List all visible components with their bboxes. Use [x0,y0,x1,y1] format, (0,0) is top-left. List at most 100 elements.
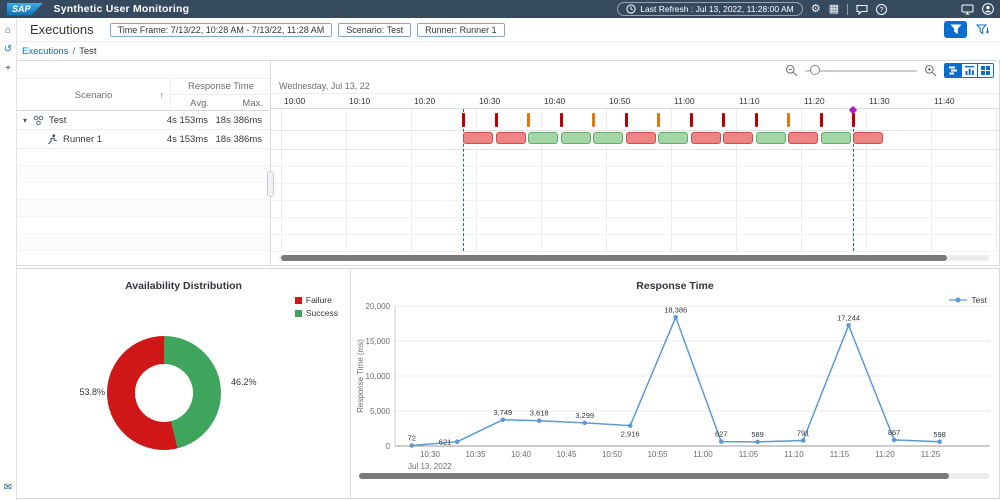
time-axis-label: 10:50 [609,96,630,106]
response-hscrollbar[interactable] [359,473,989,479]
execution-bar-failure[interactable] [626,132,656,144]
zoom-out-icon[interactable] [785,64,798,77]
x-tick-label: 11:20 [875,450,895,459]
execution-bar-success[interactable] [658,132,688,144]
execution-marker-error[interactable] [722,113,725,127]
table-empty-row [17,200,270,217]
availability-donut[interactable] [107,336,221,450]
execution-bar-failure[interactable] [496,132,526,144]
table-view-icon [980,65,991,76]
feedback-bubble-icon[interactable] [856,4,868,15]
execution-bar-failure[interactable] [691,132,721,144]
data-point[interactable] [455,439,460,444]
gantt-table-header: Scenario ↑ Response Time Avg. Max. [17,78,270,111]
display-icon[interactable] [961,4,974,15]
data-point[interactable] [892,438,897,443]
table-view-button[interactable] [977,64,993,77]
data-point[interactable] [410,443,415,448]
collapse-arrow-icon[interactable]: ▾ [23,116,27,125]
data-point[interactable] [937,440,942,445]
execution-bar-failure[interactable] [723,132,753,144]
row-gridline [271,234,999,235]
execution-marker-error[interactable] [820,113,823,127]
data-point[interactable] [582,421,587,426]
execution-bar-success[interactable] [528,132,558,144]
history-icon[interactable]: ↺ [4,45,12,55]
execution-bar-failure[interactable] [463,132,493,144]
column-header-scenario[interactable]: Scenario ↑ [17,79,171,112]
settings-gear-icon[interactable]: ⚙ [811,4,821,15]
legend-swatch [295,297,302,304]
gantt-hscrollbar-thumb[interactable] [281,255,947,261]
table-row-runner-1[interactable]: Runner 1 4s 153ms 18s 386ms [17,130,270,149]
sap-logo[interactable]: SAP [7,3,44,16]
execution-marker-error[interactable] [625,113,628,127]
execution-marker-error[interactable] [852,113,855,127]
execution-bar-success[interactable] [821,132,851,144]
response-line [412,317,940,445]
filter-chip[interactable]: Time Frame: 7/13/22, 10:28 AM - 7/13/22,… [110,23,333,37]
zoom-slider[interactable] [805,64,917,77]
execution-bar-success[interactable] [756,132,786,144]
execution-marker-error[interactable] [495,113,498,127]
execution-marker-error[interactable] [755,113,758,127]
legend-item-failure[interactable]: Failure [295,295,338,305]
column-header-avg[interactable]: Avg. [171,95,209,112]
data-point[interactable] [719,439,724,444]
filter-chip[interactable]: Scenario: Test [338,23,411,37]
time-axis-label: 11:00 [674,96,695,106]
table-row-scenario-test[interactable]: ▾ Test 4s 153ms 18s 386ms [17,111,270,130]
splitter-grip[interactable] [267,171,274,197]
x-tick-label: 10:40 [511,450,532,459]
x-tick-label: 10:55 [647,450,668,459]
x-tick-label: 11:05 [739,450,759,459]
execution-bar-success[interactable] [593,132,623,144]
column-header-max[interactable]: Max. [209,95,263,112]
adapt-filters-icon[interactable] [976,24,990,36]
x-tick-label: 10:30 [420,450,441,459]
gantt-toolbar [271,62,999,78]
filter-chip[interactable]: Runner: Runner 1 [417,23,505,37]
help-icon[interactable]: ? [876,4,887,15]
x-tick-label: 11:25 [921,450,941,459]
clock-icon [626,4,636,14]
data-point[interactable] [537,418,542,423]
chart-view-button[interactable] [961,64,977,77]
execution-bar-failure[interactable] [788,132,818,144]
execution-marker-warning[interactable] [527,113,530,127]
execution-marker-error[interactable] [690,113,693,127]
mail-icon[interactable]: ✉ [4,483,12,493]
data-point[interactable] [846,323,851,328]
execution-marker-warning[interactable] [787,113,790,127]
zoom-in-icon[interactable] [924,64,937,77]
gantt-view-button[interactable] [945,64,961,77]
time-axis-label: 10:30 [479,96,500,106]
execution-bar-failure[interactable] [853,132,883,144]
legend-item-success[interactable]: Success [295,308,338,318]
gantt-panel: Scenario ↑ Response Time Avg. Max. ▾ Tes… [16,60,1000,266]
execution-marker-warning[interactable] [592,113,595,127]
zoom-slider-handle[interactable] [810,65,820,75]
data-point[interactable] [801,438,806,443]
app-finder-grid-icon[interactable]: ▦ [829,4,839,15]
data-point[interactable] [501,418,506,423]
execution-marker-warning[interactable] [657,113,660,127]
user-avatar-icon[interactable] [982,3,994,15]
response-hscrollbar-thumb[interactable] [359,473,949,479]
data-point[interactable] [673,315,678,320]
last-refresh-badge[interactable]: Last Refresh : Jul 13, 2022, 11:28:00 AM [617,2,802,16]
execution-marker-error[interactable] [560,113,563,127]
failure-percentage-label: 53.8% [67,387,105,397]
table-empty-row [17,217,270,234]
add-icon[interactable]: + [5,64,11,74]
breadcrumb-link-executions[interactable]: Executions [22,46,68,57]
data-point[interactable] [628,423,633,428]
filter-button[interactable] [944,21,967,38]
execution-marker-error[interactable] [462,113,465,127]
home-icon[interactable]: ⌂ [5,26,11,36]
data-point[interactable] [755,440,760,445]
scenario-header-label: Scenario [75,90,113,101]
gantt-hscrollbar[interactable] [279,255,989,261]
execution-bar-success[interactable] [561,132,591,144]
breadcrumb-separator: / [72,46,75,57]
